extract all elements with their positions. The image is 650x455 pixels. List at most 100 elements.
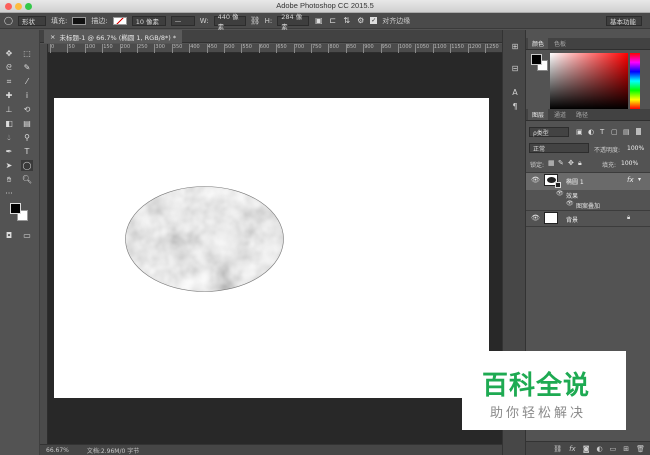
ruler-tick-label: 550 <box>242 44 252 50</box>
tab-swatches[interactable]: 色板 <box>550 38 570 49</box>
quick-mask-icon[interactable]: ◘ <box>3 230 15 241</box>
align-edges-checkbox[interactable]: ✓ <box>370 17 378 24</box>
filter-pixel-icon[interactable]: ▣ <box>576 128 583 136</box>
eraser-tool-icon[interactable]: ◧ <box>3 118 15 129</box>
filter-shape-icon[interactable]: ▢ <box>611 128 618 136</box>
quick-select-tool-icon[interactable]: ✎ <box>21 62 33 73</box>
height-field[interactable]: 284 像素 <box>277 13 310 31</box>
new-group-icon[interactable]: ▭ <box>610 445 617 453</box>
effects-visibility-icon[interactable]: 👁︎ <box>556 190 564 197</box>
link-layers-icon[interactable]: ⛓ <box>553 445 562 453</box>
ellipse-tool-preset-icon[interactable]: ◯ <box>4 16 13 25</box>
eyedropper-tool-icon[interactable]: ⁄ <box>21 76 33 87</box>
layer-name[interactable]: 背景 <box>566 215 578 224</box>
document-tab[interactable]: × 未标题-1 @ 66.7% (椭圆 1, RGB/8*) * <box>44 30 183 43</box>
fill-value[interactable]: 100% <box>621 160 638 167</box>
path-arrangement-icon[interactable]: ⇅ <box>342 16 351 25</box>
pen-tool-icon[interactable]: ✒ <box>3 146 15 157</box>
document-tab-title: 未标题-1 @ 66.7% (椭圆 1, RGB/8*) * <box>59 33 177 42</box>
workspace-switcher[interactable]: 基本功能 <box>606 16 642 26</box>
properties-panel-icon[interactable]: ⊟ <box>510 64 520 74</box>
more-tools-icon[interactable]: ··· <box>3 188 15 199</box>
lock-paint-icon[interactable]: ✎ <box>558 159 564 167</box>
status-bar: 66.67% 文档:2.96M/0 字节 <box>40 444 502 455</box>
path-selection-tool-icon[interactable]: ➤ <box>3 160 15 171</box>
options-bar: ◯ 形状 填充: 描边: 10 像素 — W: 440 像素 ⛓ H: 284 … <box>0 13 650 31</box>
add-mask-icon[interactable]: ◙ <box>583 445 590 453</box>
path-operations-icon[interactable]: ▣ <box>314 16 323 25</box>
layer-fx-icon[interactable]: fx <box>627 176 634 184</box>
zoom-tool-icon[interactable]: 🔍︎ <box>21 174 33 185</box>
paragraph-panel-icon[interactable]: ¶ <box>510 102 520 112</box>
ruler-tick-mark <box>450 44 452 53</box>
stroke-size-field[interactable]: 10 像素 <box>131 15 166 26</box>
ruler-tick-mark <box>485 44 486 53</box>
stroke-type-select[interactable]: — <box>170 15 195 26</box>
ellipse-shape-layer[interactable] <box>125 186 284 292</box>
tool-mode-select[interactable]: 形状 <box>18 15 46 26</box>
zoom-level[interactable]: 66.67% <box>46 447 69 454</box>
opacity-value[interactable]: 100% <box>627 145 644 152</box>
link-icon[interactable]: ⛓ <box>250 16 260 25</box>
crop-tool-icon[interactable]: ⌗ <box>3 76 15 87</box>
effect-visibility-icon[interactable]: 👁︎ <box>566 200 574 207</box>
healing-brush-tool-icon[interactable]: ✚ <box>3 90 15 101</box>
clone-stamp-tool-icon[interactable]: ⊥ <box>3 104 15 115</box>
effects-row[interactable] <box>526 190 650 200</box>
blend-mode-select[interactable]: 正常 <box>529 143 589 153</box>
ruler-tick-label: 1100 <box>433 44 447 50</box>
color-panel-foreground-swatch[interactable] <box>531 54 542 65</box>
marquee-tool-icon[interactable]: ⬚ <box>21 48 33 59</box>
workspace-value: 基本功能 <box>610 18 636 26</box>
canvas-area[interactable] <box>48 53 502 444</box>
width-field[interactable]: 440 像素 <box>213 13 246 31</box>
character-panel-icon[interactable]: A <box>510 88 520 98</box>
layer-filter-select[interactable]: ρ类型 <box>529 127 569 137</box>
close-tab-icon[interactable]: × <box>50 33 55 41</box>
fx-expand-icon[interactable]: ▾ <box>638 176 641 183</box>
visibility-eye-icon[interactable]: 👁︎ <box>531 214 540 222</box>
photoshop-window: Adobe Photoshop CC 2015.5 ◯ 形状 填充: 描边: 1… <box>0 0 650 455</box>
filter-toggle-icon[interactable] <box>636 128 641 135</box>
path-alignment-icon[interactable]: ⊏ <box>328 16 337 25</box>
hand-tool-icon[interactable]: ✋︎ <box>3 174 15 185</box>
lasso-tool-icon[interactable]: ᘓ <box>3 62 15 73</box>
ellipse-tool-icon[interactable]: ◯ <box>21 160 33 171</box>
blur-tool-icon[interactable]: 💧︎ <box>3 132 15 143</box>
tab-color[interactable]: 颜色 <box>528 38 549 49</box>
gear-icon[interactable]: ⚙ <box>356 16 365 25</box>
ruler-tick-mark <box>137 44 138 53</box>
horizontal-ruler[interactable]: 0 50 100 150 200 250 300 350 400 450 500 550 600 650 7… <box>48 44 502 53</box>
delete-layer-icon[interactable]: 🗑︎ <box>636 445 645 453</box>
tab-paths[interactable]: 路径 <box>572 109 592 120</box>
vertical-ruler[interactable] <box>40 44 48 444</box>
ruler-tick-label: 900 <box>364 44 374 50</box>
history-panel-icon[interactable]: ⊞ <box>510 42 520 52</box>
move-tool-icon[interactable]: ✥ <box>3 48 15 59</box>
color-field[interactable] <box>550 53 628 109</box>
adjustment-layer-icon[interactable]: ◐ <box>597 445 603 453</box>
stroke-swatch[interactable] <box>112 16 127 25</box>
brush-tool-icon[interactable]: ⅰ <box>21 90 33 101</box>
layer-name[interactable]: 椭圆 1 <box>566 177 584 186</box>
gradient-tool-icon[interactable]: ▤ <box>21 118 33 129</box>
add-style-icon[interactable]: fx <box>569 445 576 453</box>
tab-layers[interactable]: 图层 <box>528 109 549 120</box>
visibility-eye-icon[interactable]: 👁︎ <box>531 176 540 184</box>
lock-transparent-icon[interactable]: ▦ <box>548 159 555 167</box>
lock-all-icon[interactable]: 🔒︎ <box>578 159 582 168</box>
new-layer-icon[interactable]: ⊞ <box>623 445 629 453</box>
document-canvas[interactable] <box>54 98 489 398</box>
fill-swatch[interactable] <box>72 16 87 25</box>
filter-smart-icon[interactable]: ▤ <box>623 128 630 136</box>
lock-move-icon[interactable]: ✥ <box>568 159 574 167</box>
filter-type-icon[interactable]: T <box>600 128 604 136</box>
filter-adjust-icon[interactable]: ◐ <box>588 128 594 136</box>
ruler-tick-mark <box>102 44 104 53</box>
type-tool-icon[interactable]: T <box>21 146 33 157</box>
tab-channels[interactable]: 通道 <box>550 109 570 120</box>
hue-slider[interactable] <box>630 53 640 109</box>
screen-mode-icon[interactable]: ▭ <box>21 230 33 241</box>
history-brush-tool-icon[interactable]: ⟲ <box>21 104 33 115</box>
dodge-tool-icon[interactable]: ⚲ <box>21 132 33 143</box>
